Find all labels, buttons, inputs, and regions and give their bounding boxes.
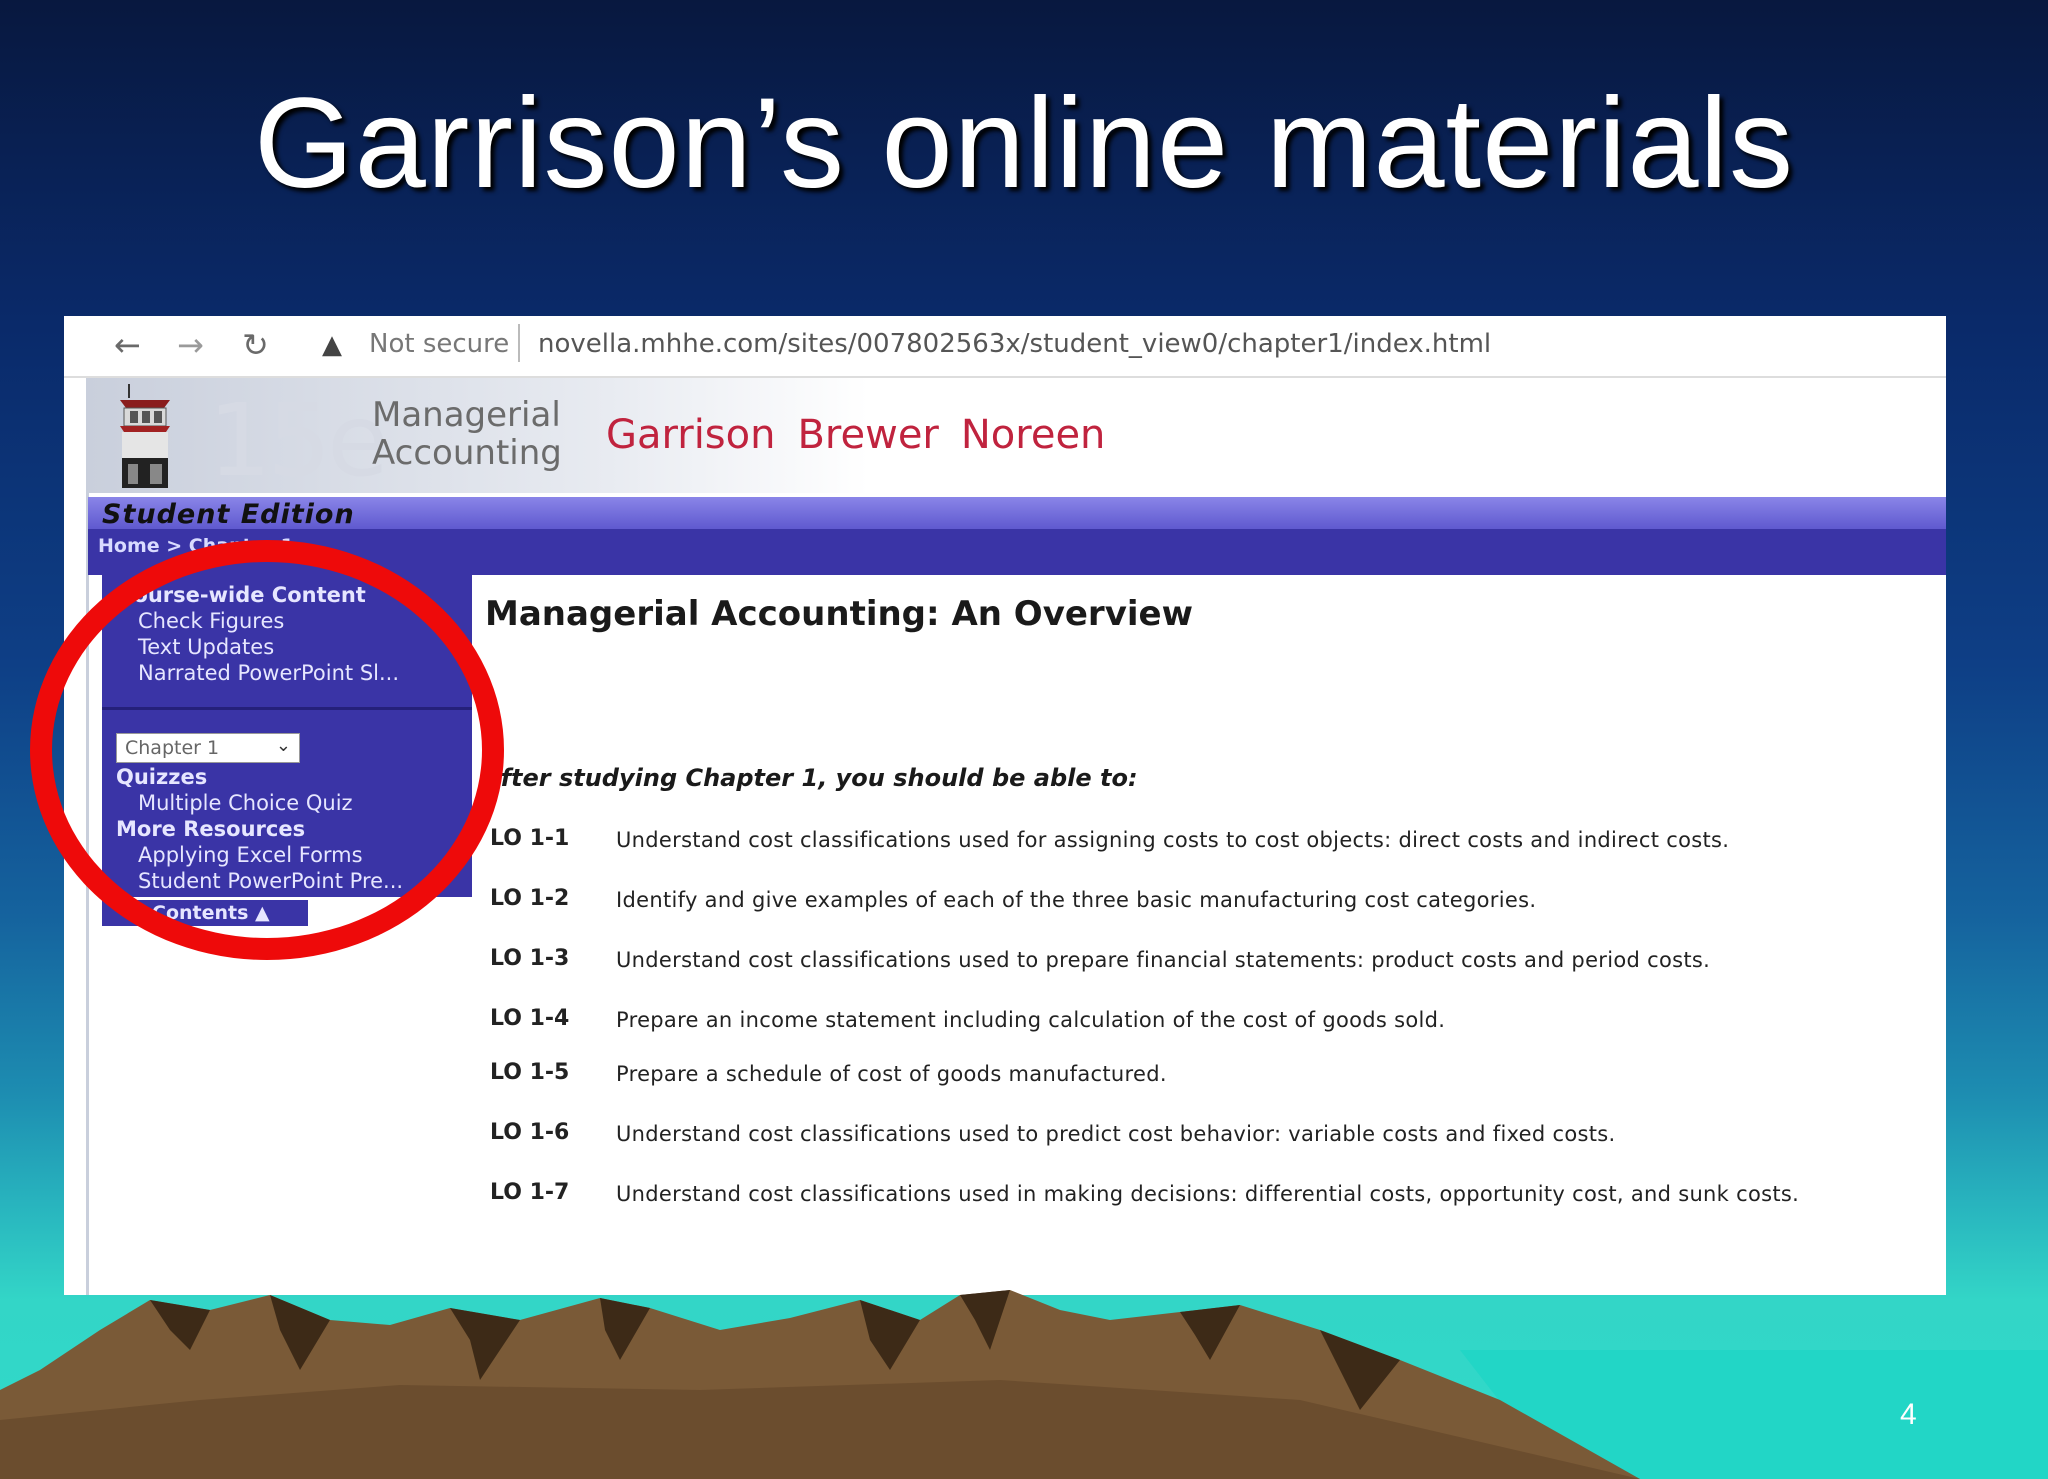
objective-text: Understand cost classifications used to …: [616, 1122, 1616, 1146]
objective-text: Identify and give examples of each of th…: [616, 888, 1537, 912]
security-label[interactable]: Not secure: [369, 329, 509, 359]
objective-text: Prepare an income statement including ca…: [616, 1008, 1446, 1032]
objective-code: LO 1-3: [490, 946, 570, 971]
arrow-right-icon[interactable]: →: [177, 326, 204, 364]
objective-text: Understand cost classifications used for…: [616, 828, 1730, 852]
objectives-intro: After studying Chapter 1, you should be …: [482, 764, 1138, 792]
reload-icon[interactable]: ↻: [242, 326, 269, 364]
book-title-line2: Accounting: [372, 433, 562, 473]
book-title-line1: Managerial: [372, 395, 561, 435]
objective-code: LO 1-6: [490, 1120, 570, 1145]
authors: Garrison Brewer Noreen: [606, 412, 1127, 458]
page-number: 4: [1900, 1398, 1917, 1431]
author-name: Brewer: [797, 412, 939, 458]
slide-title: Garrison’s online materials: [254, 72, 1794, 215]
objective-code: LO 1-5: [490, 1060, 570, 1085]
objective-text: Understand cost classifications used to …: [616, 948, 1711, 972]
author-name: Noreen: [960, 412, 1106, 458]
arrow-left-icon[interactable]: ←: [114, 326, 141, 364]
mountain-range-illustration: [0, 1290, 2048, 1479]
site-header: 15e Managerial Accounting Garrison Brewer…: [88, 378, 1946, 499]
objective-code: LO 1-2: [490, 886, 570, 911]
warning-triangle-icon[interactable]: ▲: [322, 330, 342, 360]
objective-text: Prepare a schedule of cost of goods manu…: [616, 1062, 1167, 1086]
lighthouse-logo-icon: [120, 384, 170, 488]
edition-bar: Student Edition: [88, 497, 1946, 530]
objective-text: Understand cost classifications used in …: [616, 1182, 1800, 1206]
url-separator: [518, 324, 520, 362]
objective-code: LO 1-4: [490, 1006, 570, 1031]
page-title: Managerial Accounting: An Overview: [485, 594, 1193, 634]
author-name: Garrison: [606, 412, 776, 458]
book-title: Managerial Accounting: [372, 396, 562, 472]
edition-label: Student Edition: [102, 499, 355, 530]
objective-code: LO 1-7: [490, 1180, 570, 1205]
edition-mark: 15e: [208, 382, 389, 499]
highlight-circle: [30, 540, 504, 960]
url-field[interactable]: novella.mhhe.com/sites/007802563x/studen…: [538, 329, 1491, 359]
browser-address-bar: ← → ↻ ▲ Not secure novella.mhhe.com/site…: [64, 316, 1946, 378]
objective-code: LO 1-1: [490, 826, 570, 851]
